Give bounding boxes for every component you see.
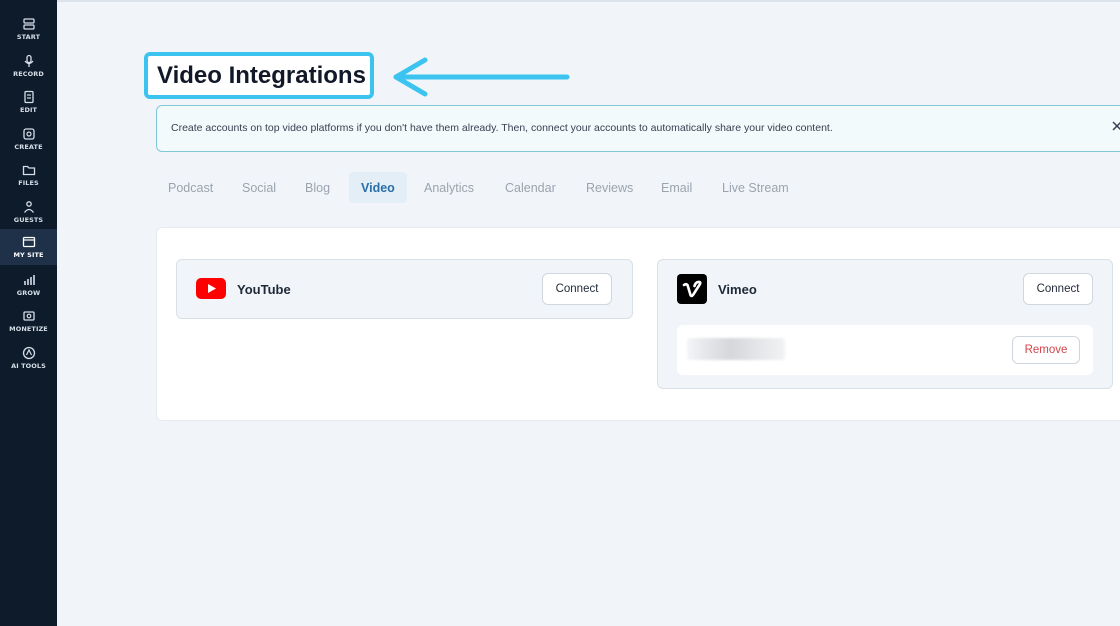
banner-text: Create accounts on top video platforms i…	[171, 122, 833, 134]
vimeo-logo-icon	[677, 274, 707, 304]
guests-icon	[23, 201, 34, 213]
edit-icon	[23, 90, 34, 104]
sidebar-item-create[interactable]: CREATE	[0, 121, 57, 157]
tab-video[interactable]: Video	[349, 172, 407, 203]
folder-icon	[22, 165, 35, 176]
tab-social[interactable]: Social	[230, 172, 288, 203]
sidebar-item-my-site[interactable]: MY SITE	[0, 229, 57, 265]
create-icon	[22, 128, 35, 140]
sidebar-item-label: GROW	[16, 289, 41, 297]
vimeo-connect-button[interactable]: Connect	[1023, 273, 1093, 305]
microphone-icon	[23, 54, 34, 67]
vimeo-remove-button[interactable]: Remove	[1012, 336, 1080, 364]
info-banner: Create accounts on top video platforms i…	[156, 105, 1120, 152]
sidebar-item-label: GUESTS	[13, 216, 44, 224]
monetize-icon	[22, 311, 35, 321]
tab-blog[interactable]: Blog	[293, 172, 342, 203]
sidebar-item-start[interactable]: START	[0, 11, 57, 47]
sidebar-item-label: MONETIZE	[9, 325, 48, 333]
sidebar-item-label: MY SITE	[13, 251, 44, 259]
sidebar-item-label: EDIT	[19, 106, 38, 114]
sidebar-item-files[interactable]: FILES	[0, 157, 57, 193]
sidebar: START RECORD EDIT CREATE FILES GUESTS MY…	[0, 0, 57, 626]
youtube-connect-button[interactable]: Connect	[542, 273, 612, 305]
vimeo-name: Vimeo	[718, 282, 757, 297]
tab-podcast[interactable]: Podcast	[156, 172, 225, 203]
sidebar-item-label: CREATE	[14, 143, 43, 151]
sidebar-item-label: FILES	[18, 179, 39, 187]
sidebar-item-edit[interactable]: EDIT	[0, 84, 57, 120]
start-icon	[22, 18, 35, 30]
sidebar-item-record[interactable]: RECORD	[0, 48, 57, 84]
sidebar-item-ai-tools[interactable]: AI TOOLS	[0, 340, 57, 376]
sidebar-item-label: AI TOOLS	[11, 362, 46, 370]
top-divider	[57, 0, 1120, 2]
youtube-logo-icon	[196, 278, 226, 299]
pointer-arrow-icon	[393, 57, 570, 97]
sidebar-item-monetize[interactable]: MONETIZE	[0, 303, 57, 339]
close-icon[interactable]	[1109, 118, 1120, 134]
tab-live-stream[interactable]: Live Stream	[710, 172, 801, 203]
website-icon	[22, 236, 35, 248]
tab-email[interactable]: Email	[649, 172, 704, 203]
sidebar-item-grow[interactable]: GROW	[0, 267, 57, 303]
ai-icon	[22, 346, 35, 360]
sidebar-item-label: RECORD	[13, 70, 44, 78]
chart-icon	[23, 275, 35, 285]
youtube-name: YouTube	[237, 282, 291, 297]
page-title: Video Integrations	[157, 62, 366, 89]
tab-reviews[interactable]: Reviews	[574, 172, 645, 203]
sidebar-item-label: START	[16, 33, 41, 41]
redacted-account-name	[687, 338, 785, 360]
tab-calendar[interactable]: Calendar	[493, 172, 568, 203]
tab-analytics[interactable]: Analytics	[412, 172, 486, 203]
sidebar-item-guests[interactable]: GUESTS	[0, 194, 57, 230]
